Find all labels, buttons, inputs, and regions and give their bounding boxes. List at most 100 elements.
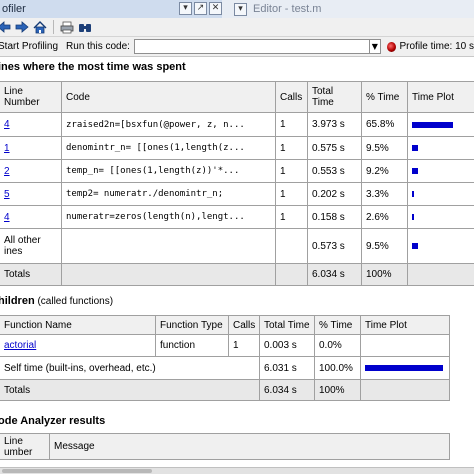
start-profiling-button[interactable]: Start Profiling: [0, 41, 58, 52]
line-link[interactable]: 4: [4, 212, 10, 223]
col-total-time[interactable]: Total Time: [259, 315, 315, 335]
profiler-tab[interactable]: ofiler ▾ ↗ ✕: [0, 0, 222, 18]
totals-row: Totals 6.034 s 100%: [0, 263, 474, 286]
pct-time-cell: 100.0%: [314, 356, 361, 380]
totals-label: Totals: [0, 379, 260, 401]
run-this-code-label: Run this code:: [66, 41, 130, 52]
undock-icon[interactable]: ↗: [194, 2, 207, 15]
pct-time-cell: 0.0%: [314, 334, 361, 357]
time-bar: [412, 191, 415, 197]
table-row: 2 temp_n= [[ones(1,length(z))'*... 1 0.5…: [0, 159, 474, 183]
code-cell: numeratr=zeros(length(n),lengt...: [61, 205, 276, 229]
totals-time: 6.034 s: [307, 263, 362, 286]
calls-cell: 1: [275, 136, 308, 160]
editor-tab-label: Editor - test.m: [253, 3, 322, 15]
time-bar: [412, 145, 418, 151]
line-link[interactable]: 5: [4, 189, 10, 200]
totals-pct: 100%: [314, 379, 361, 401]
profiler-tab-label: ofiler: [2, 3, 26, 15]
back-arrow-icon[interactable]: [0, 20, 11, 34]
children-heading-bold: hildren: [0, 295, 35, 307]
number-header-text: umber: [4, 446, 33, 458]
scrollbar-thumb[interactable]: [2, 469, 152, 473]
children-section-heading: hildren (called functions): [0, 295, 113, 307]
col-line-number[interactable]: Line Number: [0, 81, 62, 113]
editor-tab-menu-icon[interactable]: ▾: [234, 2, 247, 16]
find-icon[interactable]: [78, 20, 92, 34]
col-line-number[interactable]: Line umber: [0, 433, 50, 460]
horizontal-scrollbar[interactable]: [0, 467, 474, 474]
col-pct-time[interactable]: % Time: [361, 81, 408, 113]
profile-time-label: Profile time: 10 s: [399, 41, 474, 52]
record-icon: [386, 41, 396, 52]
col-calls[interactable]: Calls: [275, 81, 308, 113]
forward-arrow-icon[interactable]: [15, 20, 29, 34]
editor-tab[interactable]: ▾ Editor - test.m: [222, 0, 474, 18]
profiler-report: ines where the most time was spent Line …: [0, 57, 474, 467]
total-time-cell: 0.553 s: [307, 159, 362, 183]
pct-time-cell: 65.8%: [361, 112, 408, 137]
analyzer-table-header: Line umber Message: [0, 433, 450, 460]
calls-cell: 1: [275, 159, 308, 183]
col-function-name[interactable]: Function Name: [0, 315, 156, 335]
other-lines-label-2: ines: [4, 246, 23, 257]
time-bar: [412, 168, 418, 174]
time-bar: [365, 365, 443, 371]
dropdown-icon[interactable]: ▼: [370, 39, 381, 54]
children-heading-rest: (called functions): [34, 296, 114, 307]
col-time-plot: Time Plot: [407, 81, 474, 113]
titlebar: ofiler ▾ ↗ ✕ ▾ Editor - test.m: [0, 0, 474, 18]
self-time-row: Self time (built-ins, overhead, etc.) 6.…: [0, 356, 450, 380]
pct-time-cell: 2.6%: [361, 205, 408, 229]
icon-toolbar: [0, 18, 474, 37]
line-link[interactable]: 4: [4, 119, 10, 130]
code-cell: zraised2n=[bsxfun(@power, z, n...: [61, 112, 276, 137]
print-icon[interactable]: [60, 20, 74, 34]
line-header-text: Line: [4, 435, 23, 447]
totals-pct: 100%: [361, 263, 408, 286]
other-lines-label-1: All other: [4, 235, 41, 246]
lines-table: Line Number Code Calls Total Time % Time…: [0, 81, 474, 286]
col-calls[interactable]: Calls: [228, 315, 260, 335]
time-bar: [412, 243, 418, 249]
col-total-time[interactable]: Total Time: [307, 81, 362, 113]
col-time-plot: Time Plot: [360, 315, 450, 335]
code-cell: temp_n= [[ones(1,length(z))'*...: [61, 159, 276, 183]
function-link[interactable]: actorial: [4, 340, 36, 351]
table-row: actorial function 1 0.003 s 0.0%: [0, 334, 450, 357]
calls-cell: [275, 228, 308, 264]
code-cell: temp2= numeratr./denomintr_n;: [61, 182, 276, 206]
pct-time-cell: 3.3%: [361, 182, 408, 206]
calls-cell: 1: [275, 205, 308, 229]
col-code[interactable]: Code: [61, 81, 276, 113]
profiler-control-row: Start Profiling Run this code: ▼ Profile…: [0, 37, 474, 57]
analyzer-section-heading: ode Analyzer results: [0, 415, 106, 427]
time-bar: [412, 121, 453, 128]
total-time-cell: 0.573 s: [307, 228, 362, 264]
total-time-cell: 0.202 s: [307, 182, 362, 206]
function-type-cell: function: [155, 334, 229, 357]
line-link[interactable]: 1: [4, 143, 10, 154]
pct-time-cell: 9.5%: [361, 136, 408, 160]
children-table-header: Function Name Function Type Calls Total …: [0, 315, 450, 335]
totals-time: 6.034 s: [259, 379, 315, 401]
children-table: Function Name Function Type Calls Total …: [0, 315, 450, 401]
col-function-type[interactable]: Function Type: [155, 315, 229, 335]
home-icon[interactable]: [33, 20, 47, 34]
run-code-input[interactable]: [133, 39, 371, 54]
toolbar-separator: [53, 20, 54, 34]
other-lines-row: All other ines 0.573 s 9.5%: [0, 228, 474, 264]
totals-row: Totals 6.034 s 100%: [0, 379, 450, 401]
tab-menu-icon[interactable]: ▾: [179, 2, 192, 15]
table-row: 5 temp2= numeratr./denomintr_n; 1 0.202 …: [0, 182, 474, 206]
total-time-cell: 0.575 s: [307, 136, 362, 160]
line-link[interactable]: 2: [4, 166, 10, 177]
lines-table-header: Line Number Code Calls Total Time % Time…: [0, 81, 474, 113]
close-icon[interactable]: ✕: [209, 2, 222, 15]
col-pct-time[interactable]: % Time: [314, 315, 361, 335]
code-cell: [61, 228, 276, 264]
total-time-cell: 3.973 s: [307, 112, 362, 137]
calls-cell: 1: [275, 112, 308, 137]
total-time-cell: 0.158 s: [307, 205, 362, 229]
col-message[interactable]: Message: [49, 433, 450, 460]
